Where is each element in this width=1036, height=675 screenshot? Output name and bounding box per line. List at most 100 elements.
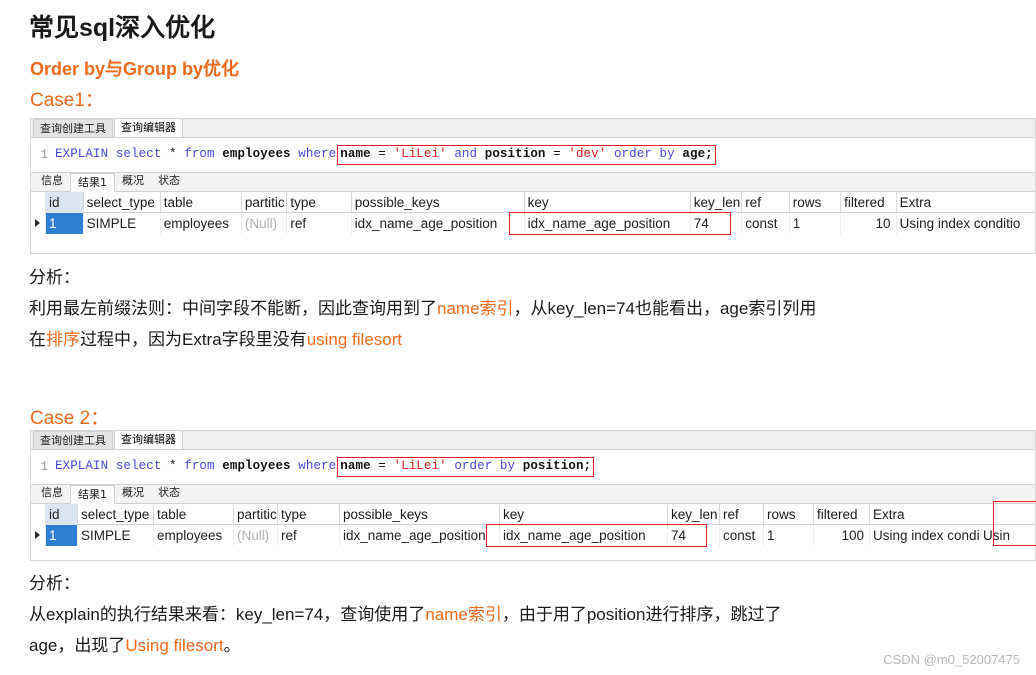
case2-line-number: 1: [40, 460, 48, 474]
cell-possible-keys[interactable]: idx_name_age_position: [352, 213, 525, 234]
cell-select-type[interactable]: SIMPLE: [78, 525, 154, 546]
tab-status[interactable]: 状态: [151, 484, 187, 503]
cell-partitions[interactable]: (Null): [234, 525, 278, 546]
case1-analysis-line1: 利用最左前缀法则：中间字段不能断，因此查询用到了name索引，从key_len=…: [29, 293, 816, 324]
case2-sql-highlight-box: name = 'LiLei' order by position;: [337, 457, 595, 477]
cell-ref[interactable]: const: [742, 213, 790, 234]
cell-key-len[interactable]: 74: [691, 213, 743, 234]
case2-analysis-line1-b: ，由于用了position进行排序，跳过了: [501, 605, 782, 624]
cell-extra-filesort[interactable]: Usin: [980, 525, 1020, 546]
cell-rows[interactable]: 1: [764, 525, 814, 546]
case1-analysis-line1-a: 利用最左前缀法则：中间字段不能断，因此查询用到了: [29, 299, 437, 318]
case1-editor-tabstrip: 查询创建工具 查询编辑器: [31, 118, 1035, 138]
case1-sql-line[interactable]: 1 EXPLAIN select * from employees where n…: [31, 138, 1035, 172]
case2-sql-text: EXPLAIN select * from employees where nam…: [55, 457, 595, 477]
case2-analysis-line2-b: 。: [223, 636, 241, 655]
case2-sql-line[interactable]: 1 EXPLAIN select * from employees where n…: [31, 450, 1035, 484]
col-header-select-type[interactable]: select_type: [78, 503, 154, 525]
row-arrow-icon: [35, 219, 40, 227]
col-header-id[interactable]: id: [46, 191, 84, 213]
case2-analysis-line1: 从explain的执行结果来看：key_len=74，查询使用了name索引，由…: [29, 599, 781, 630]
case2-analysis-line2: age，出现了Using filesort。: [29, 630, 781, 661]
case1-analysis-line1-b: ，从key_len=74也能看出，age索引列用: [513, 299, 817, 318]
col-header-filtered[interactable]: filtered: [814, 503, 870, 525]
col-header-table[interactable]: table: [161, 191, 242, 213]
case1-analysis-heading: 分析：: [29, 268, 80, 287]
col-header-ref[interactable]: ref: [742, 191, 790, 213]
case2-analysis: 分析： 从explain的执行结果来看：key_len=74，查询使用了name…: [29, 568, 781, 661]
col-header-key-len[interactable]: key_len: [691, 191, 743, 213]
case1-result-tabstrip: 信息 结果1 概况 状态: [31, 172, 1035, 192]
cell-extra[interactable]: Using index conditio: [897, 213, 1035, 234]
cell-filtered[interactable]: 10: [841, 213, 897, 234]
cell-id[interactable]: 1: [46, 525, 78, 546]
col-header-type[interactable]: type: [287, 191, 352, 213]
col-header-rows[interactable]: rows: [764, 503, 814, 525]
col-header-extra[interactable]: Extra: [870, 504, 1030, 525]
col-header-select-type[interactable]: select_type: [84, 191, 161, 213]
cell-possible-keys[interactable]: idx_name_age_position: [340, 525, 500, 546]
cell-key[interactable]: idx_name_age_position: [525, 213, 691, 234]
cell-table[interactable]: employees: [161, 213, 242, 234]
tab-profile[interactable]: 概况: [115, 484, 151, 503]
page-title: 常见sql深入优化: [29, 14, 216, 42]
col-header-partitions[interactable]: partitic: [242, 191, 288, 213]
page-subtitle: Order by与Group by优化: [30, 59, 240, 79]
table-row[interactable]: 1 SIMPLE employees (Null) ref idx_name_a…: [31, 525, 1035, 546]
case2-editor-tabstrip: 查询创建工具 查询编辑器: [31, 430, 1035, 450]
table-row[interactable]: 1 SIMPLE employees (Null) ref idx_name_a…: [31, 213, 1035, 234]
tab-profile[interactable]: 概况: [115, 172, 151, 191]
cell-table[interactable]: employees: [154, 525, 234, 546]
row-marker-spacer: [31, 191, 46, 213]
case1-analysis-line2-highlight2: using filesort: [306, 330, 403, 349]
col-header-key-len[interactable]: key_len: [668, 503, 720, 525]
cell-key-len[interactable]: 74: [668, 525, 720, 546]
case2-analysis-line1-a: 从explain的执行结果来看：key_len=74，查询使用了: [29, 605, 426, 624]
col-header-key[interactable]: key: [500, 503, 668, 525]
case1-sql-highlight-box: name = 'LiLei' and position = 'dev' orde…: [337, 145, 716, 165]
tab-result1[interactable]: 结果1: [70, 173, 115, 192]
tab-query-builder[interactable]: 查询创建工具: [33, 431, 113, 449]
case1-analysis-line2-b: 过程中，因为Extra字段里没有: [80, 330, 307, 349]
col-header-extra[interactable]: Extra: [897, 192, 1035, 213]
case1-line-number: 1: [40, 148, 48, 162]
col-header-possible-keys[interactable]: possible_keys: [340, 503, 500, 525]
cell-select-type[interactable]: SIMPLE: [84, 213, 161, 234]
case1-analysis-line1-highlight: name索引: [437, 299, 514, 318]
tab-query-builder[interactable]: 查询创建工具: [33, 119, 113, 137]
case1-analysis-line2-a: 在: [29, 330, 46, 349]
case1-analysis-line2: 在排序过程中，因为Extra字段里没有using filesort: [29, 324, 816, 355]
tab-status[interactable]: 状态: [151, 172, 187, 191]
col-header-partitions[interactable]: partitic: [234, 503, 278, 525]
col-header-type[interactable]: type: [278, 503, 340, 525]
tab-result1[interactable]: 结果1: [70, 485, 115, 504]
case1-analysis-line2-highlight1: 排序: [46, 330, 80, 349]
case2-analysis-line1-highlight: name索引: [425, 605, 502, 624]
row-marker-spacer: [31, 503, 46, 525]
col-header-id[interactable]: id: [46, 503, 78, 525]
cell-id[interactable]: 1: [46, 213, 84, 234]
col-header-rows[interactable]: rows: [790, 191, 842, 213]
tab-query-editor[interactable]: 查询编辑器: [114, 118, 183, 137]
case2-analysis-heading: 分析：: [29, 574, 80, 593]
cell-ref[interactable]: const: [720, 525, 764, 546]
cell-type[interactable]: ref: [287, 213, 352, 234]
cell-filtered[interactable]: 100: [814, 525, 870, 546]
current-row-marker: [31, 213, 46, 234]
tab-info[interactable]: 信息: [34, 172, 70, 191]
case1-explain-grid: id select_type table partitic type possi…: [31, 191, 1035, 235]
case1-analysis: 分析： 利用最左前缀法则：中间字段不能断，因此查询用到了name索引，从key_…: [29, 262, 816, 355]
tab-info[interactable]: 信息: [34, 484, 70, 503]
current-row-marker: [31, 525, 46, 546]
col-header-table[interactable]: table: [154, 503, 234, 525]
cell-partitions[interactable]: (Null): [242, 213, 288, 234]
col-header-filtered[interactable]: filtered: [841, 191, 897, 213]
col-header-possible-keys[interactable]: possible_keys: [352, 191, 525, 213]
cell-key[interactable]: idx_name_age_position: [500, 525, 668, 546]
tab-query-editor[interactable]: 查询编辑器: [114, 430, 183, 449]
cell-type[interactable]: ref: [278, 525, 340, 546]
col-header-key[interactable]: key: [525, 191, 691, 213]
cell-rows[interactable]: 1: [790, 213, 842, 234]
col-header-ref[interactable]: ref: [720, 503, 764, 525]
cell-extra[interactable]: Using index condition;: [870, 525, 980, 546]
